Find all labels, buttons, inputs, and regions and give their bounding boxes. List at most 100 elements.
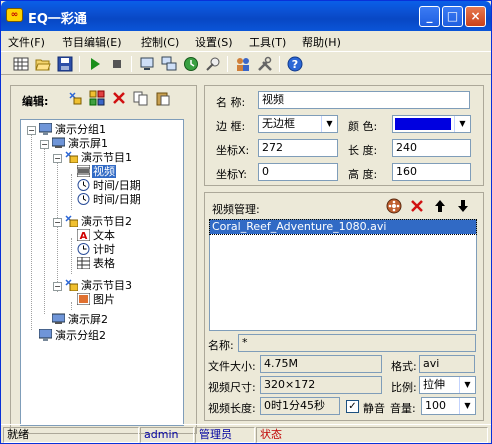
table-icon bbox=[77, 257, 90, 269]
volume-label: 音量: bbox=[390, 402, 416, 415]
title-bar[interactable]: ∞ EQ一彩通 _ □ × bbox=[1, 1, 491, 31]
tree-item-video[interactable]: 视频 bbox=[77, 165, 116, 179]
play-icon[interactable] bbox=[87, 56, 103, 72]
video-list[interactable]: Coral_Reef_Adventure_1080.avi bbox=[209, 219, 477, 331]
menu-file[interactable]: 文件(F) bbox=[8, 34, 45, 50]
tree-group-1[interactable]: − 演示分组1 bbox=[24, 123, 107, 137]
tree-item-table[interactable]: 表格 bbox=[77, 257, 116, 271]
y-label: 坐标Y: bbox=[216, 168, 247, 181]
save-icon[interactable] bbox=[57, 56, 73, 72]
link-icon[interactable] bbox=[205, 56, 221, 72]
arrow-down-icon[interactable] bbox=[456, 198, 470, 214]
collapse-icon[interactable]: − bbox=[53, 154, 62, 163]
x-field[interactable]: 272 bbox=[258, 139, 338, 157]
film-reel-icon[interactable] bbox=[385, 197, 403, 215]
chevron-down-icon[interactable]: ▼ bbox=[459, 398, 475, 414]
program-icon bbox=[65, 279, 78, 291]
svg-text:?: ? bbox=[292, 58, 298, 71]
status-user: admin bbox=[140, 427, 194, 443]
tree-item-timer[interactable]: 计时 bbox=[77, 243, 116, 257]
tree-screen-2[interactable]: 演示屏2 bbox=[37, 313, 109, 327]
status-ready: 就绪 bbox=[3, 427, 139, 443]
edit-label: 编辑: bbox=[22, 95, 49, 108]
stop-icon[interactable] bbox=[109, 56, 125, 72]
add-item-icon[interactable] bbox=[67, 90, 83, 106]
menu-help[interactable]: 帮助(H) bbox=[302, 34, 341, 50]
tree-program-1[interactable]: − 演示节目1 bbox=[50, 151, 133, 165]
x-label: 坐标X: bbox=[216, 144, 250, 157]
tree-screen-1[interactable]: − 演示屏1 bbox=[37, 137, 109, 151]
program-icon bbox=[65, 151, 78, 163]
collapse-icon[interactable]: − bbox=[40, 140, 49, 149]
copy-icon[interactable] bbox=[133, 90, 149, 106]
border-select[interactable]: 无边框 ▼ bbox=[258, 115, 338, 133]
toolbar: ? bbox=[1, 51, 491, 75]
color-select[interactable]: ▼ bbox=[392, 115, 471, 133]
menu-program-edit[interactable]: 节目编辑(E) bbox=[62, 34, 122, 50]
menu-tools[interactable]: 工具(T) bbox=[249, 34, 286, 50]
tree-item-datetime-2[interactable]: 时间/日期 bbox=[77, 193, 142, 207]
monitor-group-icon bbox=[39, 123, 52, 135]
mute-checkbox[interactable]: ✓ bbox=[346, 400, 359, 413]
length-field[interactable]: 240 bbox=[392, 139, 471, 157]
add-window-icon[interactable] bbox=[89, 90, 105, 106]
collapse-icon[interactable]: − bbox=[53, 218, 62, 227]
name-field[interactable]: 视频 bbox=[258, 91, 470, 109]
open-folder-icon[interactable] bbox=[35, 56, 51, 72]
list-item[interactable]: Coral_Reef_Adventure_1080.avi bbox=[209, 219, 477, 235]
grid-icon[interactable] bbox=[13, 56, 29, 72]
paste-icon[interactable] bbox=[155, 90, 171, 106]
menu-settings[interactable]: 设置(S) bbox=[195, 34, 233, 50]
delete-icon[interactable] bbox=[111, 90, 127, 106]
mute-label: 静音 bbox=[363, 402, 385, 415]
format-label: 格式: bbox=[391, 360, 417, 373]
status-state: 状态 bbox=[256, 427, 488, 443]
chevron-down-icon[interactable]: ▼ bbox=[321, 116, 337, 132]
tree-item-image[interactable]: 图片 bbox=[77, 293, 116, 307]
height-label: 高 度: bbox=[348, 168, 378, 181]
format-field: avi bbox=[419, 355, 475, 373]
volume-select[interactable]: 100 ▼ bbox=[421, 397, 476, 415]
video-name-field[interactable]: * bbox=[238, 334, 476, 352]
video-dim-field: 320×172 bbox=[260, 376, 382, 394]
duration-field: 0时1分45秒 bbox=[260, 397, 340, 415]
program-tree: − 演示分组1 − 演示屏1 − 演示节目1 视频 时间/日期 时间/日期 − … bbox=[20, 119, 184, 426]
monitor-group-icon bbox=[39, 329, 52, 341]
volume-value: 100 bbox=[425, 399, 446, 412]
chevron-down-icon[interactable]: ▼ bbox=[454, 116, 470, 132]
screen-icon bbox=[52, 137, 65, 148]
close-button[interactable]: × bbox=[465, 6, 486, 27]
maximize-button[interactable]: □ bbox=[442, 6, 463, 27]
delete-icon[interactable] bbox=[409, 198, 425, 214]
tree-program-3[interactable]: − 演示节目3 bbox=[50, 279, 133, 293]
collapse-icon[interactable]: − bbox=[53, 282, 62, 291]
send-all-icon[interactable] bbox=[161, 56, 177, 72]
height-field[interactable]: 160 bbox=[392, 163, 471, 181]
clock-sync-icon[interactable] bbox=[183, 56, 199, 72]
image-icon bbox=[77, 293, 90, 305]
y-field[interactable]: 0 bbox=[258, 163, 338, 181]
collapse-icon[interactable]: − bbox=[27, 126, 36, 135]
ratio-label: 比例: bbox=[391, 381, 417, 394]
ratio-select[interactable]: 拉伸 ▼ bbox=[419, 376, 476, 394]
border-label: 边 框: bbox=[216, 120, 246, 133]
users-icon[interactable] bbox=[235, 56, 251, 72]
minimize-button[interactable]: _ bbox=[419, 6, 440, 27]
menu-control[interactable]: 控制(C) bbox=[141, 34, 179, 50]
tools-icon[interactable] bbox=[257, 56, 273, 72]
border-value: 无边框 bbox=[262, 117, 295, 130]
arrow-up-icon[interactable] bbox=[433, 198, 447, 214]
video-dim-label: 视频尺寸: bbox=[208, 381, 256, 394]
tree-item-text[interactable]: A 文本 bbox=[77, 229, 116, 243]
file-size-label: 文件大小: bbox=[208, 360, 256, 373]
duration-label: 视频长度: bbox=[208, 402, 256, 415]
send-icon[interactable] bbox=[139, 56, 155, 72]
screen-icon bbox=[52, 313, 65, 324]
clock-icon bbox=[77, 193, 90, 205]
help-icon[interactable]: ? bbox=[287, 56, 303, 72]
tree-item-datetime-1[interactable]: 时间/日期 bbox=[77, 179, 142, 193]
tree-program-2[interactable]: − 演示节目2 bbox=[50, 215, 133, 229]
tree-group-2[interactable]: 演示分组2 bbox=[24, 329, 107, 343]
chevron-down-icon[interactable]: ▼ bbox=[459, 377, 475, 393]
timer-icon bbox=[77, 243, 90, 255]
